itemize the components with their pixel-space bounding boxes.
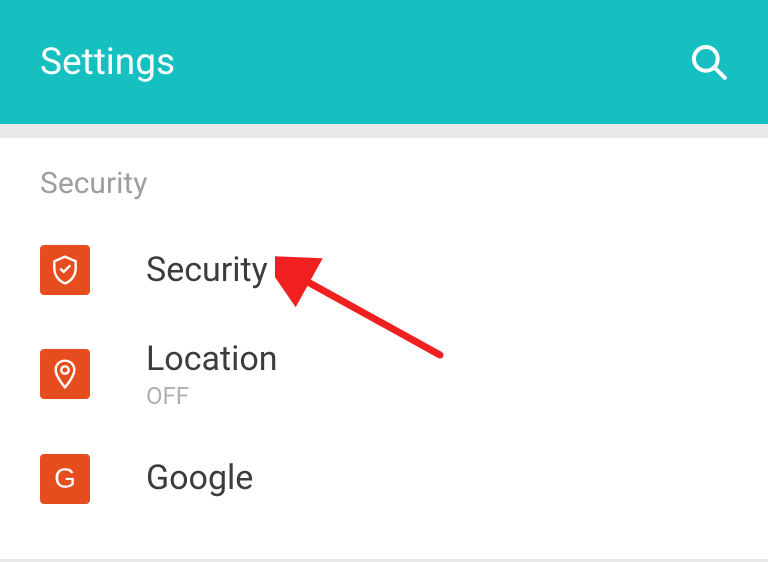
list-item-google[interactable]: G Google — [0, 432, 768, 526]
pin-icon — [40, 349, 90, 399]
settings-list: Security Security Location OFF G — [0, 138, 768, 562]
item-label: Location — [146, 339, 278, 380]
item-label: Google — [146, 458, 253, 499]
section-header-security: Security — [0, 158, 768, 223]
item-text: Google — [146, 458, 253, 499]
search-icon[interactable] — [690, 43, 728, 81]
page-title: Settings — [40, 41, 175, 84]
list-item-security[interactable]: Security — [0, 223, 768, 317]
list-item-location[interactable]: Location OFF — [0, 317, 768, 432]
google-icon: G — [40, 454, 90, 504]
svg-text:G: G — [54, 463, 76, 494]
shield-icon — [40, 245, 90, 295]
item-text: Security — [146, 250, 268, 291]
app-header: Settings — [0, 0, 768, 124]
item-label: Security — [146, 250, 268, 291]
header-divider — [0, 124, 768, 138]
item-text: Location OFF — [146, 339, 278, 410]
item-sublabel: OFF — [146, 382, 278, 410]
